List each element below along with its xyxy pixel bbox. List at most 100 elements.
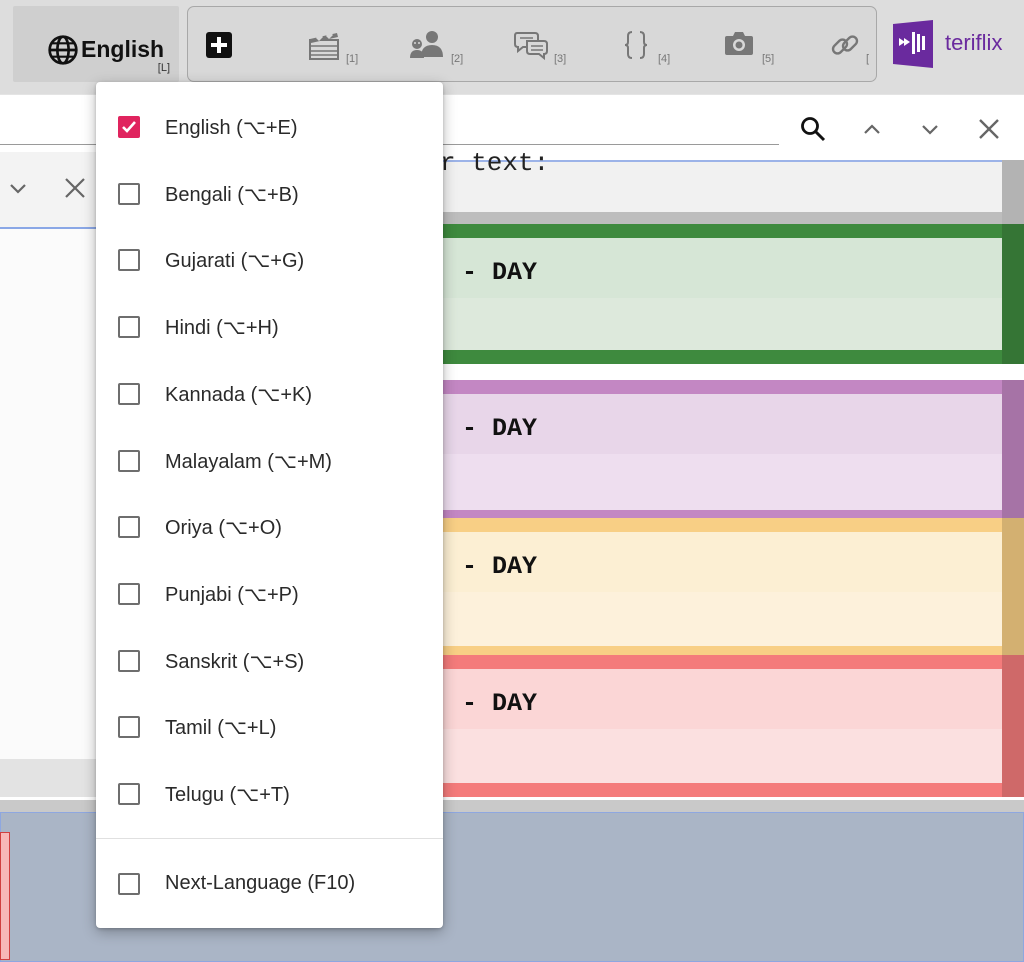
speech-bubbles-icon <box>514 32 548 61</box>
block-side-bar <box>1002 224 1024 364</box>
language-button[interactable]: English [L] <box>13 6 179 82</box>
menu-item-label: Oriya (⌥+O) <box>165 517 282 540</box>
shot-shortcut: [5] <box>762 53 775 65</box>
dialogue-button[interactable]: [3] <box>508 7 598 81</box>
menu-item-label: Malayalam (⌥+M) <box>165 450 332 473</box>
braces-icon <box>624 31 648 59</box>
block-separator <box>430 212 1024 224</box>
chevron-up-icon[interactable] <box>858 115 886 143</box>
scene-body-row[interactable] <box>430 592 1002 646</box>
checkbox[interactable] <box>118 783 140 805</box>
search-icon[interactable] <box>799 115 827 143</box>
menu-item-language[interactable]: Bengali (⌥+B) <box>96 164 443 224</box>
character-button[interactable]: [2] <box>403 7 493 81</box>
action-text: r text: <box>440 148 550 178</box>
menu-item-label: Tamil (⌥+L) <box>165 717 277 740</box>
checkbox[interactable] <box>118 316 140 339</box>
checkbox-checked[interactable] <box>118 116 140 138</box>
chevron-down-icon[interactable] <box>916 115 944 143</box>
block-border <box>430 783 1024 797</box>
transition-shortcut: [ <box>866 53 870 65</box>
checkmark-icon <box>122 121 136 133</box>
checkbox[interactable] <box>118 582 140 605</box>
timeline-clip[interactable] <box>0 832 10 960</box>
menu-divider <box>96 838 443 839</box>
parenthetical-button[interactable]: [4] <box>613 7 703 81</box>
scrollbar-track[interactable] <box>1002 160 1024 224</box>
logo-wordmark: teriflix <box>945 30 1003 55</box>
scene-heading-block[interactable]: - DAY <box>430 224 1024 364</box>
scene-shortcut: [1] <box>346 53 359 65</box>
menu-item-language[interactable]: Sanskrit (⌥+S) <box>96 631 443 691</box>
checkbox[interactable] <box>118 716 140 739</box>
menu-item-language[interactable]: Telugu (⌥+T) <box>96 764 443 824</box>
close-icon[interactable] <box>62 175 88 201</box>
scene-heading-block[interactable]: - DAY <box>430 518 1024 660</box>
language-button-shortcut: [L] <box>157 62 170 74</box>
speakers-icon <box>410 31 443 58</box>
scene-heading-block[interactable]: - DAY <box>430 380 1024 524</box>
menu-item-label: Kannada (⌥+K) <box>165 383 313 406</box>
menu-item-language[interactable]: Oriya (⌥+O) <box>96 497 443 557</box>
left-panel-header <box>0 152 100 229</box>
dialogue-shortcut: [3] <box>554 53 567 65</box>
left-panel-body <box>0 229 100 759</box>
block-border <box>430 518 1024 532</box>
transition-button[interactable]: [ <box>823 7 876 81</box>
block-border <box>430 380 1024 394</box>
checkbox[interactable] <box>118 182 140 205</box>
shot-button[interactable]: [5] <box>718 7 808 81</box>
menu-item-next-language[interactable]: Next-Language (F10) <box>96 854 443 914</box>
block-side-bar <box>1002 380 1024 524</box>
script-content: r text: - DAY - DAY - DAY - DAY <box>430 148 1024 800</box>
add-button[interactable] <box>188 7 278 81</box>
action-block[interactable]: r text: <box>430 148 1002 214</box>
scene-button[interactable]: [1] <box>298 7 388 81</box>
character-shortcut: [2] <box>451 53 464 65</box>
clapperboard-icon <box>309 32 339 60</box>
link-icon <box>831 35 859 55</box>
scene-body-row[interactable] <box>430 298 1002 350</box>
checkbox[interactable] <box>118 382 140 405</box>
menu-item-language[interactable]: Kannada (⌥+K) <box>96 364 443 424</box>
menu-item-label: Telugu (⌥+T) <box>165 784 290 806</box>
checkbox[interactable] <box>118 516 140 539</box>
scene-heading-row[interactable]: - DAY <box>430 238 1002 298</box>
add-icon <box>206 32 232 58</box>
scene-heading-row[interactable]: - DAY <box>430 669 1002 729</box>
menu-item-label: Punjabi (⌥+P) <box>165 583 299 606</box>
chevron-down-icon[interactable] <box>6 176 30 200</box>
menu-item-language[interactable]: Tamil (⌥+L) <box>96 697 443 757</box>
checkbox[interactable] <box>118 873 140 895</box>
checkbox[interactable] <box>118 449 140 472</box>
menu-item-language[interactable]: Malayalam (⌥+M) <box>96 431 443 491</box>
scene-heading-text: - DAY <box>462 414 538 443</box>
top-toolbar: English [L] [1] [2] [3] [4] [5] [terifl… <box>0 0 1024 94</box>
block-border <box>430 350 1024 364</box>
close-icon[interactable] <box>975 115 1003 143</box>
menu-item-language[interactable]: Gujarati (⌥+G) <box>96 230 443 290</box>
menu-item-label: Gujarati (⌥+G) <box>165 250 305 273</box>
block-side-bar <box>1002 655 1024 797</box>
scene-body-row[interactable] <box>430 729 1002 783</box>
left-panel-footer <box>0 759 100 797</box>
camera-icon <box>725 32 753 55</box>
logo-mark-icon <box>893 20 933 68</box>
block-side-bar <box>1002 518 1024 660</box>
menu-item-language[interactable]: Punjabi (⌥+P) <box>96 564 443 624</box>
menu-item-label: Next-Language (F10) <box>165 872 356 894</box>
checkbox[interactable] <box>118 649 140 672</box>
scene-heading-block[interactable]: - DAY <box>430 655 1024 797</box>
menu-item-language[interactable]: Hindi (⌥+H) <box>96 297 443 357</box>
checkbox[interactable] <box>118 249 140 272</box>
scene-heading-row[interactable]: - DAY <box>430 532 1002 592</box>
left-panel <box>0 152 100 797</box>
block-border <box>430 224 1024 238</box>
tool-group: [1] [2] [3] [4] [5] [ <box>187 6 877 82</box>
globe-icon <box>48 35 78 65</box>
scene-heading-row[interactable]: - DAY <box>430 394 1002 454</box>
parenthetical-shortcut: [4] <box>658 53 671 65</box>
menu-item-language[interactable]: English (⌥+E) <box>96 97 443 157</box>
scene-body-row[interactable] <box>430 454 1002 510</box>
block-border <box>430 655 1024 669</box>
